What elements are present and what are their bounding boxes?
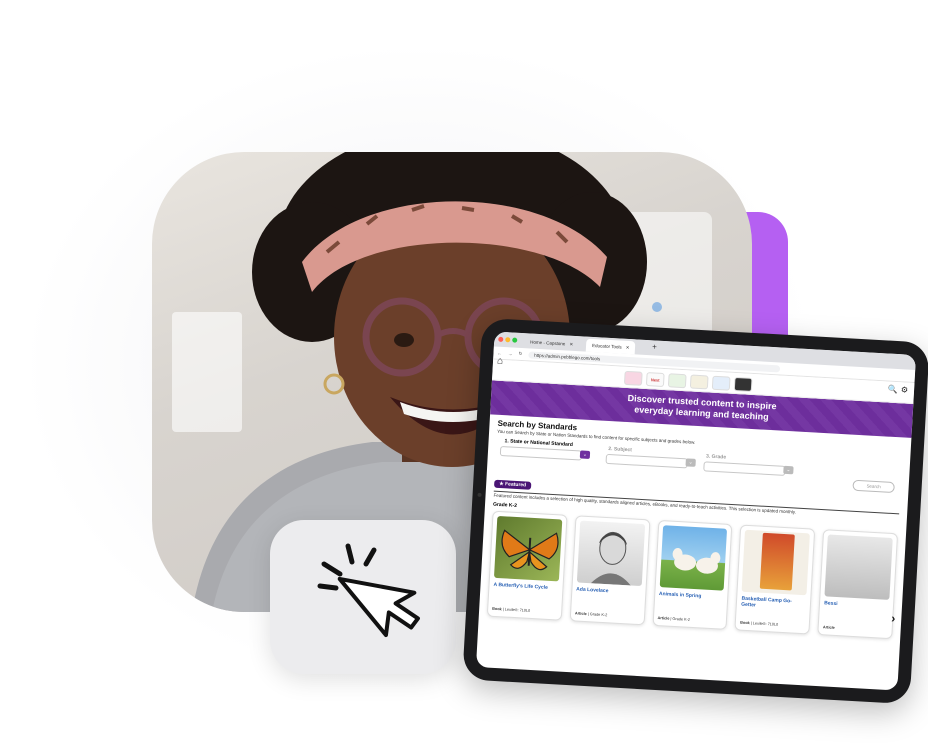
card-thumbnail xyxy=(659,525,728,591)
home-icon[interactable]: ⌂ xyxy=(497,356,504,367)
forward-icon[interactable]: → xyxy=(508,351,513,356)
card-meta: Article | Grade K-2 xyxy=(657,616,691,622)
content-card[interactable]: Basketball Camp Go-Getter Book | Lexile®… xyxy=(734,524,816,635)
browser-tab-active[interactable]: Educator Tools ✕ xyxy=(585,338,636,355)
card-title: Ada Lovelace xyxy=(576,586,609,595)
browser-window: Home - Capstone ✕ Educator Tools ✕ + ← →… xyxy=(475,331,917,691)
filter-label-grade: 3. Grade xyxy=(705,453,727,461)
close-tab-icon[interactable]: ✕ xyxy=(626,344,630,350)
cursor-click-icon xyxy=(317,543,420,638)
app-switcher: Next xyxy=(623,370,753,392)
card-thumbnail xyxy=(576,520,645,587)
card-title: Bessi xyxy=(824,600,838,608)
tab-label: Home - Capstone xyxy=(530,339,566,347)
content-card[interactable]: A Butterfly's Life Cycle Book | Lexile®:… xyxy=(486,510,568,621)
card-thumbnail xyxy=(741,529,811,596)
featured-badge: ★ Featured xyxy=(493,479,532,490)
app-icon-next[interactable]: Next xyxy=(645,372,665,388)
reload-icon[interactable]: ↻ xyxy=(518,351,522,357)
main-content: Search by Standards You can Search by St… xyxy=(479,414,912,643)
search-icon[interactable]: 🔍 xyxy=(888,385,898,395)
portrait-image xyxy=(590,531,631,586)
app-icon-educator[interactable] xyxy=(733,376,753,392)
app-icon-media[interactable] xyxy=(711,375,731,391)
grade-select[interactable] xyxy=(703,461,786,476)
chevron-down-icon[interactable]: ⌄ xyxy=(579,450,591,459)
card-thumbnail xyxy=(493,515,563,582)
card-meta: Book | Lexile®: 710L0 xyxy=(740,620,779,627)
tablet-device: Home - Capstone ✕ Educator Tools ✕ + ← →… xyxy=(462,317,928,705)
close-window-button[interactable] xyxy=(498,336,504,342)
app-icon-books[interactable] xyxy=(667,373,687,389)
cursor-card xyxy=(270,520,456,674)
toolbar-actions: 🔍 ⚙ xyxy=(888,385,909,395)
standard-select[interactable] xyxy=(499,445,583,461)
content-card[interactable]: Ada Lovelace Article | Grade K-2 xyxy=(569,515,651,626)
content-card[interactable]: Bessi Article xyxy=(817,529,899,640)
app-icon-tools[interactable] xyxy=(689,374,709,390)
search-button[interactable]: Search xyxy=(852,479,895,494)
filter-label-subject: 2. Subject xyxy=(608,446,633,454)
card-meta: Article xyxy=(822,625,835,630)
featured-carousel: A Butterfly's Life Cycle Book | Lexile®:… xyxy=(486,510,899,640)
lambs-image xyxy=(672,548,720,574)
content-card[interactable]: Animals in Spring Article | Grade K-2 xyxy=(652,519,733,630)
maximize-window-button[interactable] xyxy=(512,337,518,343)
card-meta: Article | Grade K-2 xyxy=(574,611,608,618)
app-icon-pebblego[interactable] xyxy=(623,370,643,386)
card-title: Animals in Spring xyxy=(658,591,702,600)
back-icon[interactable]: ← xyxy=(497,350,502,355)
book-cover-image xyxy=(760,532,796,591)
new-tab-icon[interactable]: + xyxy=(652,342,657,351)
card-title: A Butterfly's Life Cycle xyxy=(493,581,549,591)
card-thumbnail xyxy=(824,534,893,600)
card-title: Basketball Camp Go-Getter xyxy=(741,595,792,609)
gear-icon[interactable]: ⚙ xyxy=(901,385,909,394)
minimize-window-button[interactable] xyxy=(505,337,511,343)
butterfly-image xyxy=(501,529,559,571)
chevron-down-icon[interactable]: ⌄ xyxy=(783,465,794,475)
close-tab-icon[interactable]: ✕ xyxy=(569,341,573,347)
tab-label: Educator Tools xyxy=(591,342,622,350)
chevron-down-icon[interactable]: ⌄ xyxy=(685,458,696,467)
chevron-right-icon[interactable]: › xyxy=(891,611,896,625)
card-meta: Book | Lexile®: 710L0 xyxy=(492,606,531,613)
subject-select[interactable] xyxy=(605,453,688,469)
